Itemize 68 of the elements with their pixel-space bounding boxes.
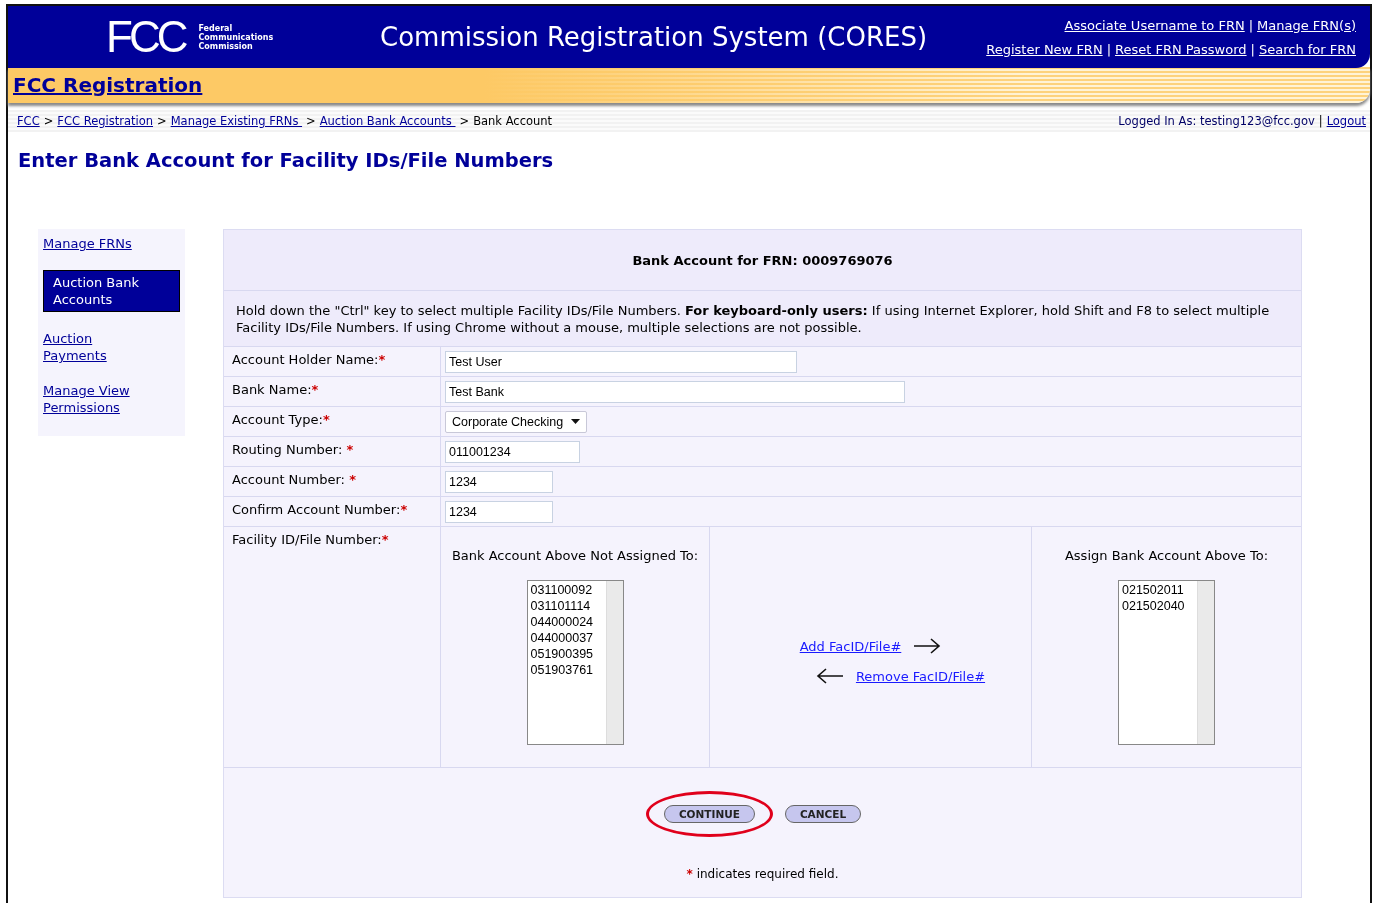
separator: |: [1106, 41, 1111, 57]
field-label: Facility ID/File Number:*: [224, 527, 441, 767]
logo-text: Commission: [198, 41, 254, 51]
scrollbar[interactable]: [605, 581, 623, 744]
scrollbar[interactable]: [1197, 581, 1214, 744]
banner-link[interactable]: FCC Registration: [13, 73, 203, 97]
logout-link[interactable]: Logout: [1326, 114, 1366, 128]
instructions-text: Hold down the "Ctrl" key to select multiple Facility IDs/File Numbers. For keyboard-only users: If using Internet Explorer, hold Shift and F8 to select multiple Facility IDs/File Numbers. If using Chrome without a mouse, multiple selections are not possible.: [224, 291, 1301, 347]
add-link[interactable]: Add FacID/File#: [799, 638, 902, 654]
required-note: * indicates required field.: [686, 867, 839, 881]
caret-icon: [571, 419, 581, 424]
field-label: Account Type:*: [224, 407, 441, 436]
select-field[interactable]: Corporate Checking: [445, 410, 588, 433]
separator: |: [1248, 17, 1254, 33]
input-field[interactable]: Test Bank: [445, 380, 905, 403]
breadcrumb-separator: >: [157, 114, 167, 128]
field-label: Routing Number: *: [224, 437, 441, 466]
form-heading: Bank Account for FRN: 0009769076: [224, 230, 1301, 291]
logo-mark: FCC: [106, 12, 185, 62]
header-link[interactable]: Register New FRN: [986, 41, 1103, 57]
list-option[interactable]: 051903761: [530, 662, 603, 678]
field-label: Confirm Account Number:*: [224, 497, 441, 526]
remove-link[interactable]: Remove FacID/File#: [855, 668, 986, 684]
sidebar-item[interactable]: Manage View Permissions: [43, 382, 141, 416]
list-option[interactable]: 021502011: [1122, 582, 1194, 598]
separator: |: [1318, 114, 1323, 128]
listbox[interactable]: 031100092 031101114 044000024 044000037 051900395 051903761: [526, 580, 624, 745]
sidebar-item[interactable]: Auction Bank Accounts: [43, 270, 180, 312]
listbox[interactable]: 021502011 021502040: [1118, 580, 1215, 745]
left-arrow-icon: [815, 667, 844, 685]
breadcrumb-link[interactable]: FCC: [17, 114, 40, 128]
list-option[interactable]: 044000024: [530, 614, 603, 630]
separator: |: [1250, 41, 1255, 57]
field-label: Account Holder Name:*: [224, 347, 441, 376]
right-arrow-icon: [913, 637, 942, 655]
input-field[interactable]: 1234: [445, 500, 553, 523]
input-field[interactable]: 011001234: [445, 440, 580, 463]
site-title: Commission Registration System (CORES): [380, 22, 928, 52]
input-field[interactable]: 1234: [445, 470, 553, 493]
breadcrumb-link[interactable]: Auction Bank Accounts: [319, 114, 456, 128]
field-label: Account Number: *: [224, 467, 441, 496]
logo-text: Communications: [198, 32, 274, 42]
continue-button[interactable]: CONTINUE: [663, 805, 755, 823]
list-option[interactable]: 021502040: [1122, 598, 1194, 614]
breadcrumb-link[interactable]: FCC Registration: [57, 114, 153, 128]
breadcrumb-separator: >: [306, 114, 316, 128]
header-link[interactable]: Search for FRN: [1258, 41, 1356, 57]
list-title: Assign Bank Account Above To:: [1064, 548, 1269, 563]
input-field[interactable]: Test User: [445, 350, 797, 373]
header-link[interactable]: Reset FRN Password: [1115, 41, 1247, 57]
header-link[interactable]: Associate Username to FRN: [1064, 17, 1245, 33]
sidebar-item[interactable]: Auction Payments: [43, 330, 141, 364]
header-link[interactable]: Manage FRN(s): [1257, 17, 1356, 33]
sidebar-item[interactable]: Manage FRNs: [43, 235, 141, 252]
breadcrumb-separator: >: [459, 114, 470, 128]
list-option[interactable]: 044000037: [530, 630, 603, 646]
list-title: Bank Account Above Not Assigned To:: [451, 548, 699, 563]
breadcrumb-separator: >: [43, 114, 54, 128]
list-option[interactable]: 031100092: [530, 582, 603, 598]
field-label: Bank Name:*: [224, 377, 441, 406]
list-option[interactable]: 051900395: [530, 646, 603, 662]
logged-in-text: Logged In As: testing123@fcc.gov: [1118, 114, 1315, 128]
breadcrumb-current: Bank Account: [473, 114, 553, 128]
logo-text: Federal: [198, 23, 234, 33]
breadcrumb-link[interactable]: Manage Existing FRNs: [170, 114, 303, 128]
list-option[interactable]: 031101114: [530, 598, 603, 614]
cancel-button[interactable]: CANCEL: [784, 805, 862, 823]
page-title: Enter Bank Account for Facility IDs/File Numbers: [18, 149, 555, 172]
